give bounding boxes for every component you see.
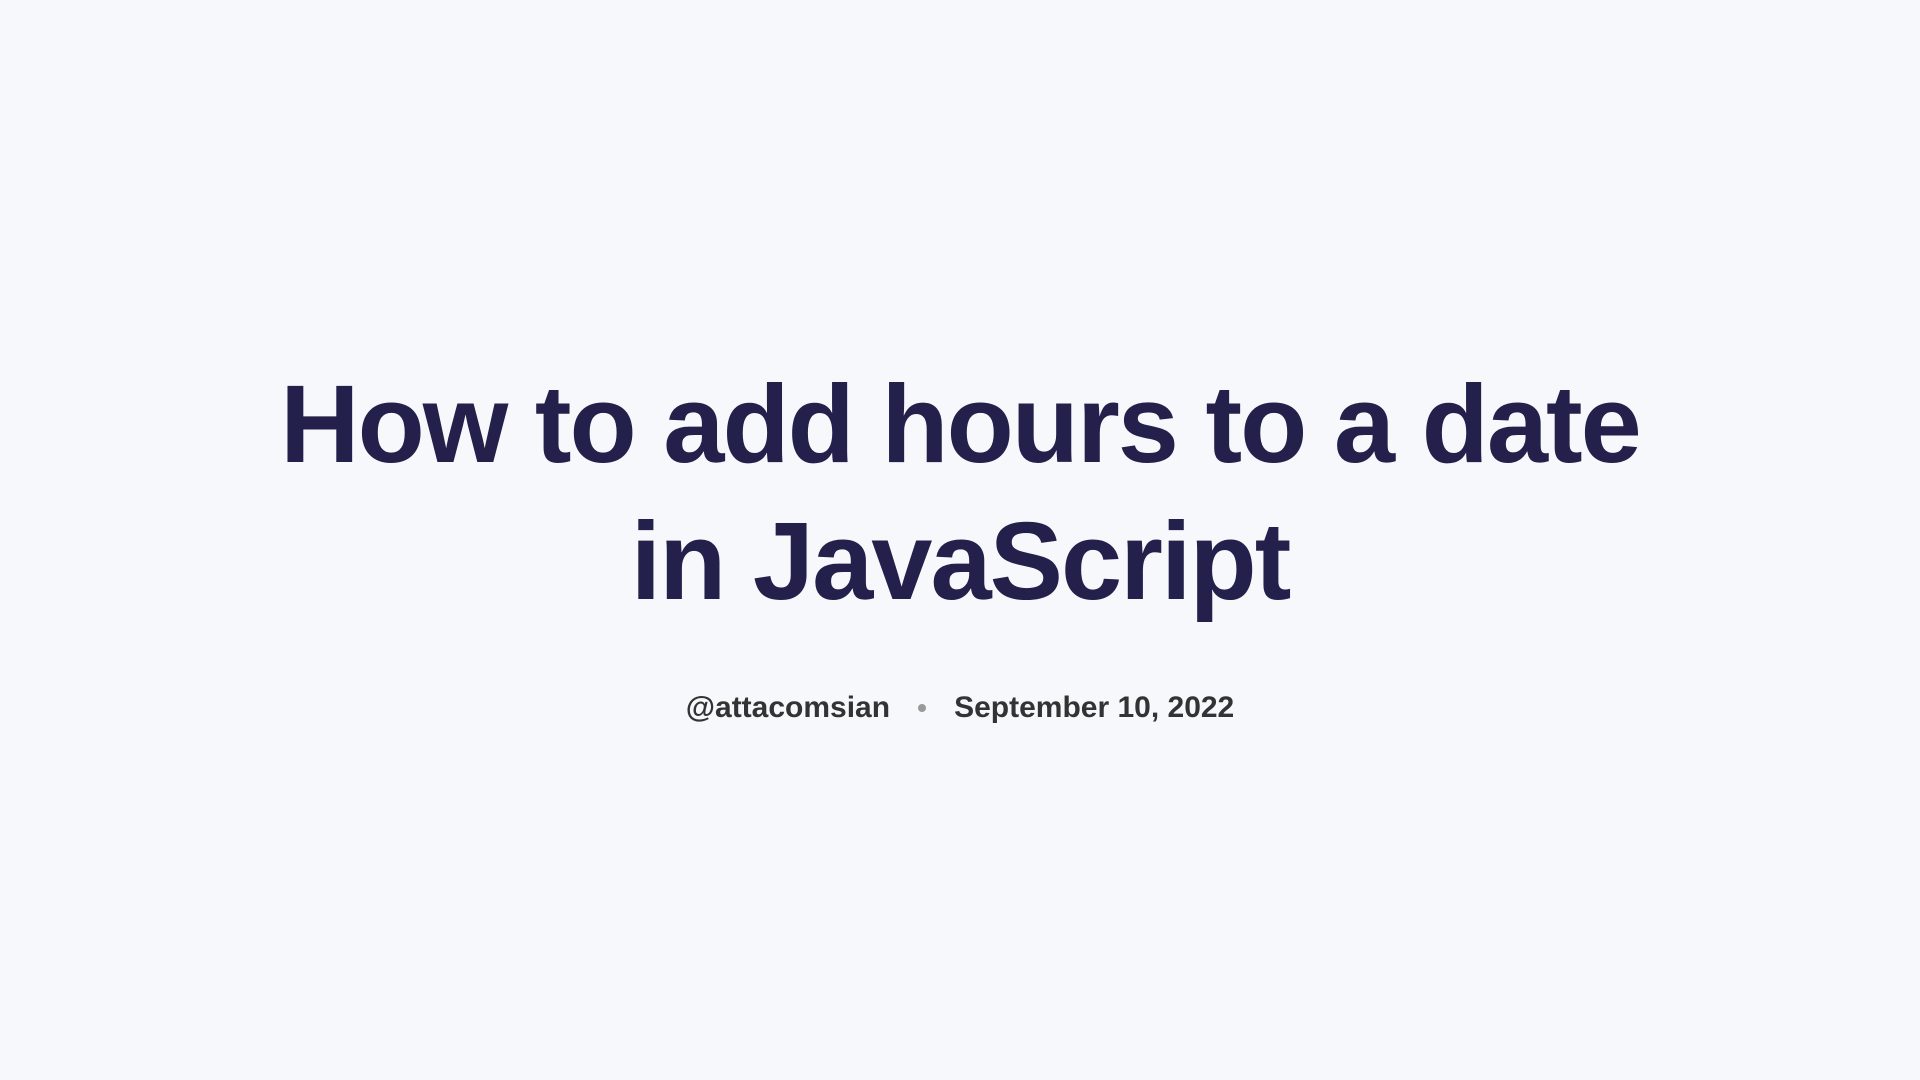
publish-date: September 10, 2022: [954, 691, 1234, 725]
author-handle: @attacomsian: [686, 691, 890, 725]
article-meta: @attacomsian September 10, 2022: [260, 691, 1660, 725]
article-title: How to add hours to a date in JavaScript: [260, 356, 1660, 631]
meta-separator-dot: [918, 704, 926, 712]
article-header: How to add hours to a date in JavaScript…: [260, 356, 1660, 725]
